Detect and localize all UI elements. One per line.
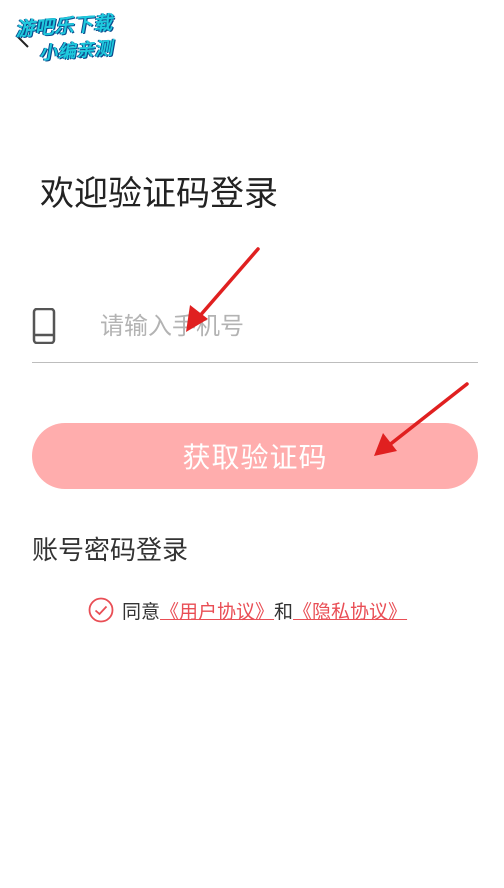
privacy-policy-link[interactable]: 《隐私协议》 — [293, 597, 407, 624]
account-password-login-link[interactable]: 账号密码登录 — [32, 530, 188, 567]
and-text: 和 — [274, 600, 294, 623]
phone-icon — [32, 308, 56, 344]
watermark-logo: 游吧乐下载 小编亲测 — [12, 3, 158, 69]
agreement-row: 同意 《用户协议》 和 《隐私协议》 — [88, 596, 407, 624]
get-code-label: 获取验证码 — [182, 441, 328, 474]
page-title: 欢迎验证码登录 — [40, 174, 278, 214]
agree-text: 同意 — [122, 600, 161, 623]
phone-input[interactable] — [100, 306, 460, 346]
check-circle-icon[interactable] — [88, 597, 114, 623]
watermark-line2: 小编亲测 — [38, 38, 114, 65]
phone-field-row — [32, 300, 478, 363]
user-agreement-link[interactable]: 《用户协议》 — [160, 597, 274, 624]
get-code-button[interactable]: 获取验证码 — [32, 423, 478, 489]
